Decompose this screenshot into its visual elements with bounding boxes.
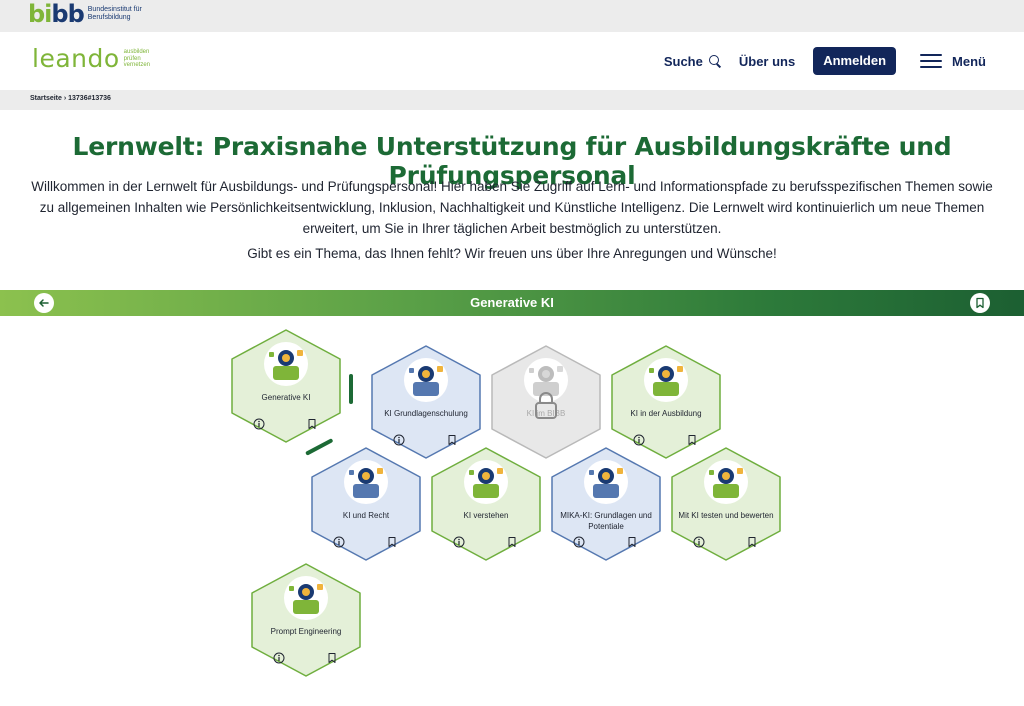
bookmark-icon[interactable] — [686, 433, 698, 445]
topic-label: KI verstehen — [463, 511, 509, 520]
topic-label: KI in der Ausbildung — [630, 409, 702, 418]
bookmark-icon[interactable] — [626, 535, 638, 547]
bookmark-icon[interactable] — [386, 535, 398, 547]
bookmark-icon — [976, 297, 984, 309]
band-title: Generative KI — [470, 295, 554, 310]
info-icon[interactable] — [273, 651, 285, 664]
main-nav: Suche Über uns Anmelden Menü — [664, 47, 986, 75]
topic-label: Prompt Engineering — [270, 627, 342, 636]
hamburger-icon — [920, 54, 943, 68]
topic-tile[interactable]: KI in der Ausbildung — [608, 344, 724, 460]
search-link[interactable]: Suche — [664, 54, 721, 69]
bookmark-icon[interactable] — [446, 433, 458, 445]
bibb-logo[interactable]: bibb Bundesinstitut für Berufsbildung — [28, 2, 158, 26]
topic-tiles: Generative KI KI Grundlagenschulung KI im … — [0, 316, 1024, 706]
topic-illustration — [704, 460, 748, 504]
menu-label: Menü — [952, 53, 986, 69]
topic-illustration — [344, 460, 388, 504]
lock-icon — [533, 390, 559, 420]
topic-illustration — [644, 358, 688, 402]
topic-tile[interactable]: KI Grundlagenschulung — [368, 344, 484, 460]
bibb-bar: bibb Bundesinstitut für Berufsbildung — [0, 0, 1024, 32]
bibb-subtitle: Bundesinstitut für Berufsbildung — [87, 6, 142, 21]
info-icon[interactable] — [393, 433, 405, 446]
topic-tile[interactable]: MIKA-KI: Grundlagen und Potentiale — [548, 446, 664, 562]
bookmark-icon[interactable] — [746, 535, 758, 547]
bookmark-icon[interactable] — [326, 651, 338, 663]
topic-illustration — [264, 342, 308, 386]
search-label: Suche — [663, 53, 703, 69]
leando-logo-word: leando — [32, 44, 120, 73]
info-icon[interactable] — [633, 433, 645, 446]
topic-illustration — [284, 576, 328, 620]
band-bookmark-button[interactable] — [970, 293, 990, 313]
info-icon[interactable] — [333, 535, 345, 548]
topic-tile[interactable]: Mit KI testen und bewerten — [668, 446, 784, 562]
topic-illustration — [464, 460, 508, 504]
topic-illustration — [404, 358, 448, 402]
info-icon[interactable] — [253, 417, 265, 430]
arrow-left-icon — [39, 299, 49, 307]
bookmark-icon[interactable] — [306, 417, 318, 429]
menu-button[interactable]: Menü — [920, 54, 986, 69]
topic-tile[interactable]: KI verstehen — [428, 446, 544, 562]
topic-tile[interactable]: Generative KI — [228, 328, 344, 444]
back-button[interactable] — [34, 293, 54, 313]
topic-illustration — [584, 460, 628, 504]
search-icon — [708, 55, 721, 67]
about-link[interactable]: Über uns — [739, 54, 795, 69]
topic-label: KI und Recht — [342, 511, 390, 520]
info-icon[interactable] — [693, 535, 705, 548]
info-icon[interactable] — [573, 535, 585, 548]
topic-band: Generative KI — [0, 290, 1024, 316]
selection-accent — [349, 374, 353, 404]
topic-label: MIKA-KI: Grundlagen und Potentiale — [560, 511, 652, 531]
bookmark-icon[interactable] — [506, 535, 518, 547]
intro-question: Gibt es ein Thema, das Ihnen fehlt? Wir … — [247, 246, 777, 261]
info-icon[interactable] — [453, 535, 465, 548]
topic-label: Generative KI — [261, 393, 311, 402]
site-header: leando ausbilden prüfen vernetzen Suche … — [0, 32, 1024, 90]
breadcrumb[interactable]: Startseite › 13736#13736 — [30, 95, 111, 102]
topic-label: KI Grundlagenschulung — [384, 409, 468, 418]
leando-logo-sub: ausbilden prüfen vernetzen — [123, 49, 151, 69]
intro-text: Willkommen in der Lernwelt für Ausbildun… — [31, 179, 993, 236]
breadcrumb-bar: Startseite › 13736#13736 — [0, 90, 1024, 110]
topic-label: Mit KI testen und bewerten — [678, 511, 774, 520]
login-button[interactable]: Anmelden — [813, 47, 897, 75]
leando-logo[interactable]: leando ausbilden prüfen vernetzen — [32, 46, 164, 72]
topic-tile: KI im BIBB — [488, 344, 604, 460]
topic-tile[interactable]: Prompt Engineering — [248, 562, 364, 678]
topic-tile[interactable]: KI und Recht — [308, 446, 424, 562]
bibb-logo-word: bibb — [28, 0, 85, 28]
